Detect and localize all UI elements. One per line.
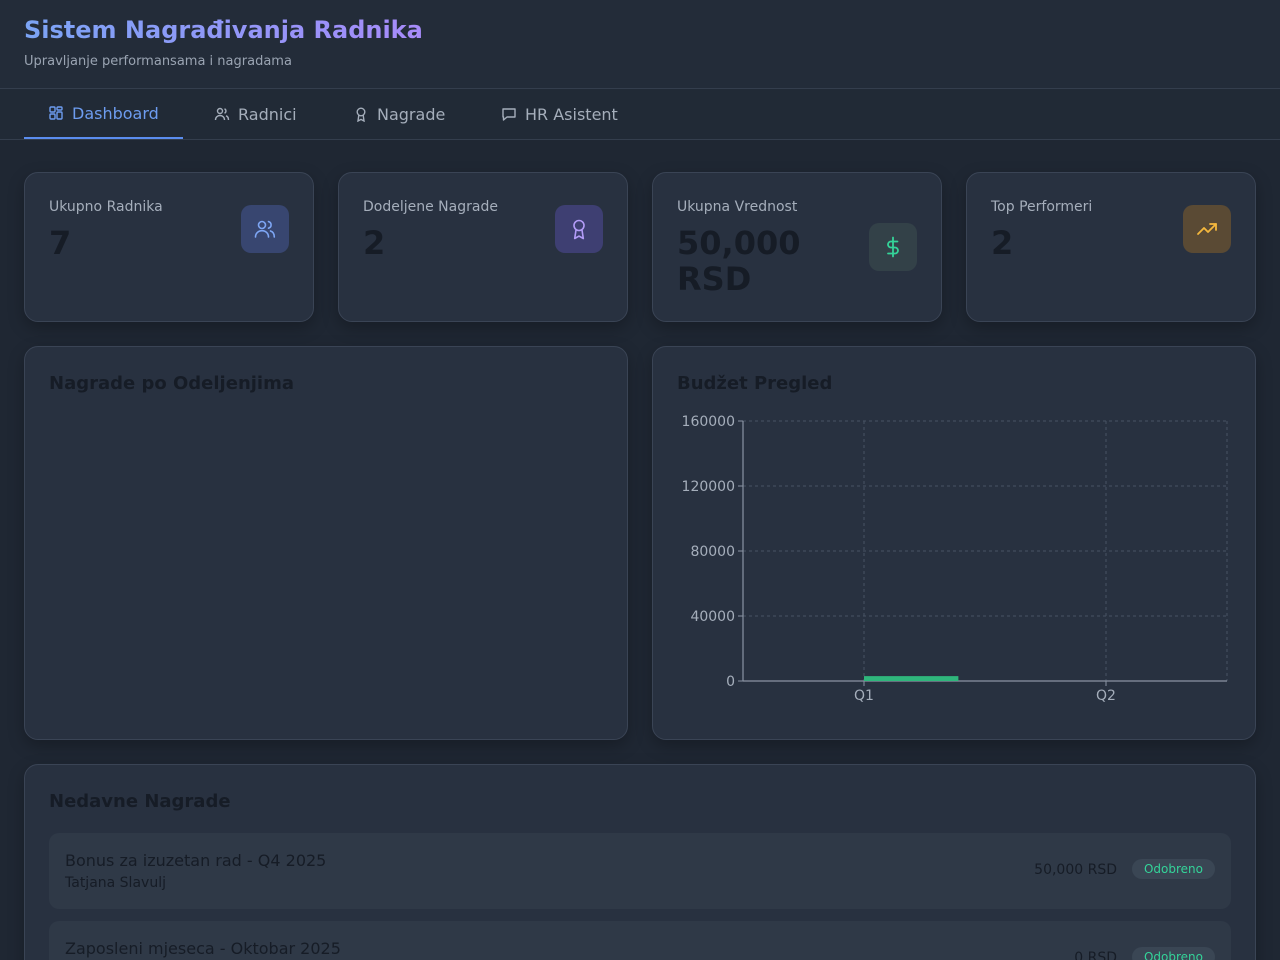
stat-card-top-performers: Top Performeri 2 xyxy=(966,172,1256,322)
y-tick-label: 40000 xyxy=(690,609,735,625)
tab-bar: Dashboard Radnici Nagrade HR Asistent xyxy=(0,89,1280,140)
chat-icon xyxy=(502,108,516,121)
dashboard-icon xyxy=(49,106,63,120)
status-badge: Odobreno xyxy=(1131,947,1215,960)
tab-nagrade-label: Nagrade xyxy=(377,104,446,124)
stat-value: 2 xyxy=(991,224,1014,262)
award-list-item[interactable]: Bonus za izuzetan rad - Q4 2025 Tatjana … xyxy=(49,833,1231,909)
award-list-item[interactable]: Zaposleni mjeseca - Oktobar 2025 0 RSD O… xyxy=(49,921,1231,960)
app-subtitle: Upravljanje performansama i nagradama xyxy=(24,54,292,69)
status-badge: Odobreno xyxy=(1131,859,1215,879)
award-amount: 50,000 RSD xyxy=(1034,862,1117,878)
stat-card-total-value: Ukupna Vrednost 50,000 RSD xyxy=(652,172,942,322)
app-header: Sistem Nagrađivanja Radnika Upravljanje … xyxy=(0,0,1280,89)
tab-dashboard[interactable]: Dashboard xyxy=(24,89,183,139)
award-amount: 0 RSD xyxy=(1074,950,1117,960)
stat-value: 7 xyxy=(49,224,72,262)
tab-dashboard-label: Dashboard xyxy=(72,103,159,123)
dollar-icon xyxy=(869,223,917,271)
tab-radnici[interactable]: Radnici xyxy=(214,89,297,139)
award-title: Zaposleni mjeseca - Oktobar 2025 xyxy=(65,939,341,958)
stat-value-line: 50,000 xyxy=(677,224,801,262)
users-icon xyxy=(214,107,230,121)
stat-card-total-employees: Ukupno Radnika 7 xyxy=(24,172,314,322)
award-employee: Tatjana Slavulj xyxy=(65,875,166,891)
x-tick-label: Q2 xyxy=(1096,688,1116,704)
stat-value: 50,000 RSD xyxy=(677,225,800,297)
y-tick-label: 120000 xyxy=(682,479,735,495)
stat-value-unit: RSD xyxy=(677,260,752,298)
budget-overview-panel: Budžet Pregled 0 40000 80000 120000 160000 Q1… xyxy=(652,346,1256,740)
chart-bar xyxy=(864,676,959,681)
app-title: Sistem Nagrađivanja Radnika xyxy=(24,16,423,44)
stat-value: 2 xyxy=(363,224,386,262)
trending-up-icon xyxy=(1183,205,1231,253)
panel-title: Nedavne Nagrade xyxy=(49,791,231,812)
x-tick-label: Q1 xyxy=(854,688,874,704)
y-tick-label: 0 xyxy=(726,674,735,690)
award-icon xyxy=(356,107,366,122)
recent-awards-panel: Nedavne Nagrade Bonus za izuzetan rad - … xyxy=(24,764,1256,960)
budget-chart: 0 40000 80000 120000 160000 Q1 Q2 xyxy=(682,414,1228,704)
award-icon xyxy=(555,205,603,253)
users-icon xyxy=(241,205,289,253)
stat-label: Ukupno Radnika xyxy=(49,199,163,215)
y-tick-label: 160000 xyxy=(682,414,735,430)
panel-title: Nagrade po Odeljenjima xyxy=(49,373,294,394)
stat-label: Top Performeri xyxy=(991,199,1093,215)
stat-card-awards-granted: Dodeljene Nagrade 2 xyxy=(338,172,628,322)
awards-by-department-panel: Nagrade po Odeljenjima xyxy=(24,346,628,740)
award-title: Bonus za izuzetan rad - Q4 2025 xyxy=(65,851,327,870)
tab-radnici-label: Radnici xyxy=(238,104,297,124)
tab-hr-asistent-label: HR Asistent xyxy=(525,104,618,124)
stat-label: Dodeljene Nagrade xyxy=(363,199,498,215)
tab-nagrade[interactable]: Nagrade xyxy=(353,89,445,139)
tab-hr-asistent[interactable]: HR Asistent xyxy=(501,89,618,139)
stat-label: Ukupna Vrednost xyxy=(677,199,798,215)
y-tick-label: 80000 xyxy=(690,544,735,560)
